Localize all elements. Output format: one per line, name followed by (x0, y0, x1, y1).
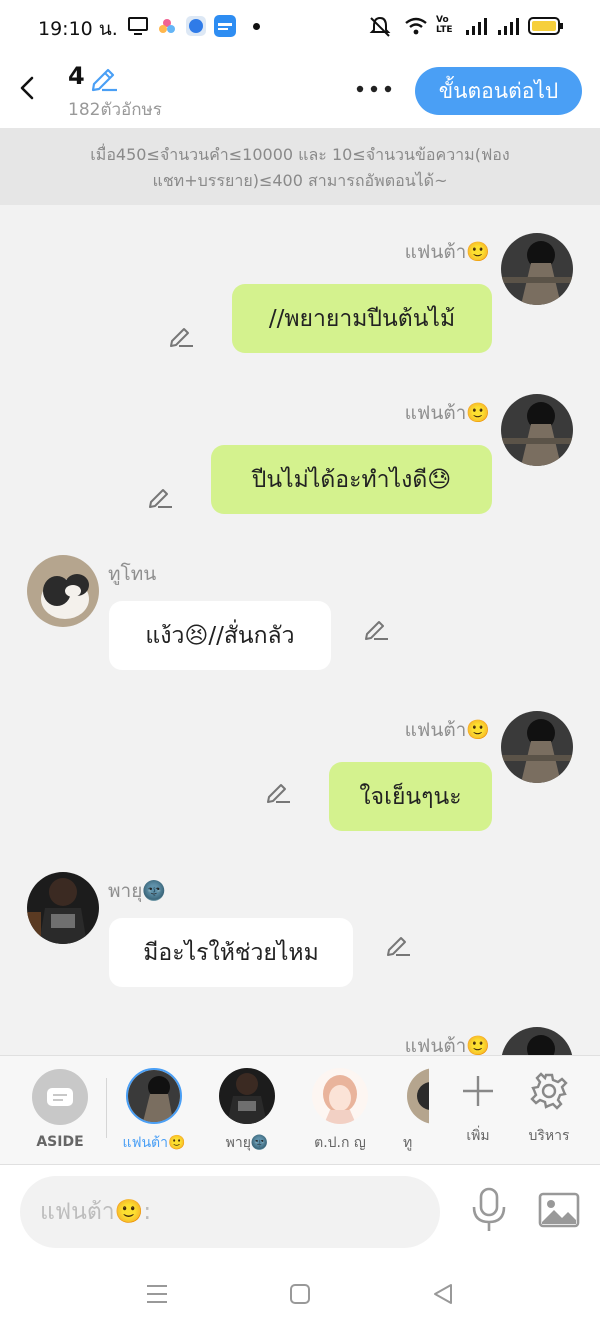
app-photos-icon (159, 19, 175, 33)
character-item-payu[interactable]: พายุ🌚 (202, 1068, 292, 1158)
system-nav-bar (0, 1257, 600, 1333)
message-bubble[interactable]: มีอะไรให้ช่วยไหม (109, 918, 353, 987)
character-selector-bar: ASIDE แฟนต้า🙂 พายุ🌚 ต.ป.ก ญ ทู เพิ่ม บริ… (0, 1055, 600, 1165)
message-bubble[interactable]: แง้ว😣//สั่นกลัว (109, 601, 331, 670)
divider (106, 1078, 107, 1138)
volte-label: Vo LTE (436, 15, 453, 35)
aside-icon (47, 1088, 73, 1106)
character-name: แฟนต้า🙂 (122, 1135, 186, 1151)
edit-message-pencil-icon[interactable] (363, 615, 389, 641)
battery-icon (528, 17, 563, 35)
signal-icon-1 (466, 18, 487, 35)
app-messenger-icon (186, 16, 206, 36)
avatar-fanta[interactable] (501, 233, 573, 305)
chat-message[interactable]: ทูโทน แง้ว😣//สั่นกลัว (0, 555, 600, 685)
speaker-name: แฟนต้า🙂 (404, 241, 490, 263)
character-item-tpk[interactable]: ต.ป.ก ญ (295, 1068, 385, 1158)
edit-message-pencil-icon[interactable] (168, 322, 194, 348)
microphone-icon[interactable] (469, 1187, 509, 1233)
aside-label: ASIDE (36, 1134, 84, 1150)
editor-header: 4 182ตัวอักษร ขั้นตอนต่อไป (0, 52, 600, 128)
menu-icon[interactable] (145, 1283, 169, 1305)
avatar-payu[interactable] (27, 872, 99, 944)
avatar-fanta[interactable] (501, 394, 573, 466)
aside-button[interactable] (32, 1069, 88, 1125)
home-icon[interactable] (289, 1283, 311, 1305)
message-bubble[interactable]: ปีนไม่ได้อะทำไงดี😓 (211, 445, 492, 514)
speaker-name: แฟนต้า🙂 (404, 402, 490, 424)
avatar-fanta (126, 1068, 182, 1124)
mute-bell-icon (369, 16, 391, 37)
edit-message-pencil-icon[interactable] (265, 778, 291, 804)
character-item-fanta[interactable]: แฟนต้า🙂 (109, 1068, 199, 1158)
signal-icon-2 (498, 18, 519, 35)
upload-requirement-notice: เมื่อ450≤จำนวนคำ≤10000 และ 10≤จำนวนข้อคว… (0, 128, 600, 205)
message-bubble[interactable]: //พยายามปีนต้นไม้ (232, 284, 492, 353)
image-icon[interactable] (538, 1192, 580, 1228)
speaker-name: แฟนต้า🙂 (404, 1035, 490, 1055)
speaker-name: ทูโทน (108, 563, 157, 585)
status-time: 19:10 น. (38, 18, 118, 40)
back-icon[interactable] (14, 74, 42, 102)
avatar-fanta[interactable] (501, 1027, 573, 1055)
character-name: ต.ป.ก ญ (314, 1135, 366, 1151)
chat-message[interactable]: แฟนต้า🙂 ใจเย็นๆนะ (0, 711, 600, 841)
chat-message[interactable]: พายุ🌚 มีอะไรให้ช่วยไหม (0, 872, 600, 1002)
speaker-name: พายุ🌚 (108, 880, 166, 902)
next-step-button[interactable]: ขั้นตอนต่อไป (415, 67, 582, 115)
gear-icon (530, 1072, 568, 1110)
wifi-icon (405, 17, 427, 35)
chat-message[interactable]: แฟนต้า🙂 ปีนไม่ได้อะทำไงดี😓 (0, 394, 600, 524)
manage-characters-button[interactable]: บริหาร (514, 1070, 584, 1150)
chat-message[interactable]: แฟนต้า🙂 //พยายามปีนต้นไม้ (0, 233, 600, 363)
message-input-area (0, 1165, 600, 1257)
message-bubble[interactable]: ใจเย็นๆนะ (329, 762, 492, 831)
avatar-fanta[interactable] (501, 711, 573, 783)
edit-message-pencil-icon[interactable] (385, 931, 411, 957)
plus-icon (463, 1076, 493, 1106)
speaker-name: แฟนต้า🙂 (404, 719, 490, 741)
more-options-icon[interactable] (356, 85, 392, 93)
character-name: ทู (403, 1135, 413, 1151)
message-input[interactable] (20, 1176, 440, 1248)
avatar-tu (407, 1068, 429, 1124)
back-triangle-icon[interactable] (432, 1283, 454, 1305)
character-name: พายุ🌚 (225, 1135, 269, 1151)
screen-cast-icon (128, 17, 148, 35)
character-item-tu[interactable]: ทู (383, 1068, 429, 1158)
notification-dot (253, 23, 260, 30)
chapter-number: 4 (68, 62, 85, 90)
avatar-tutone[interactable] (27, 555, 99, 627)
edit-message-pencil-icon[interactable] (147, 483, 173, 509)
notice-line-2: แชท+บรรยาย)≤400 สามารถอัพตอนได้~ (152, 171, 448, 190)
chat-message[interactable]: แฟนต้า🙂 (0, 1027, 600, 1055)
edit-title-pencil-icon[interactable] (88, 64, 118, 92)
avatar-payu (219, 1068, 275, 1124)
chat-area[interactable]: แฟนต้า🙂 //พยายามปีนต้นไม้ แฟนต้า🙂 ปีนไม่… (0, 205, 600, 1055)
add-character-button[interactable]: เพิ่ม (443, 1070, 513, 1150)
character-count: 182ตัวอักษร (68, 100, 162, 120)
notice-line-1: เมื่อ450≤จำนวนคำ≤10000 และ 10≤จำนวนข้อคว… (90, 145, 510, 164)
manage-label: บริหาร (528, 1128, 570, 1144)
status-bar: 19:10 น. Vo LTE (0, 0, 600, 52)
app-novel-toon-icon (214, 15, 236, 37)
add-label: เพิ่ม (466, 1128, 490, 1144)
avatar-tpk (312, 1068, 368, 1124)
